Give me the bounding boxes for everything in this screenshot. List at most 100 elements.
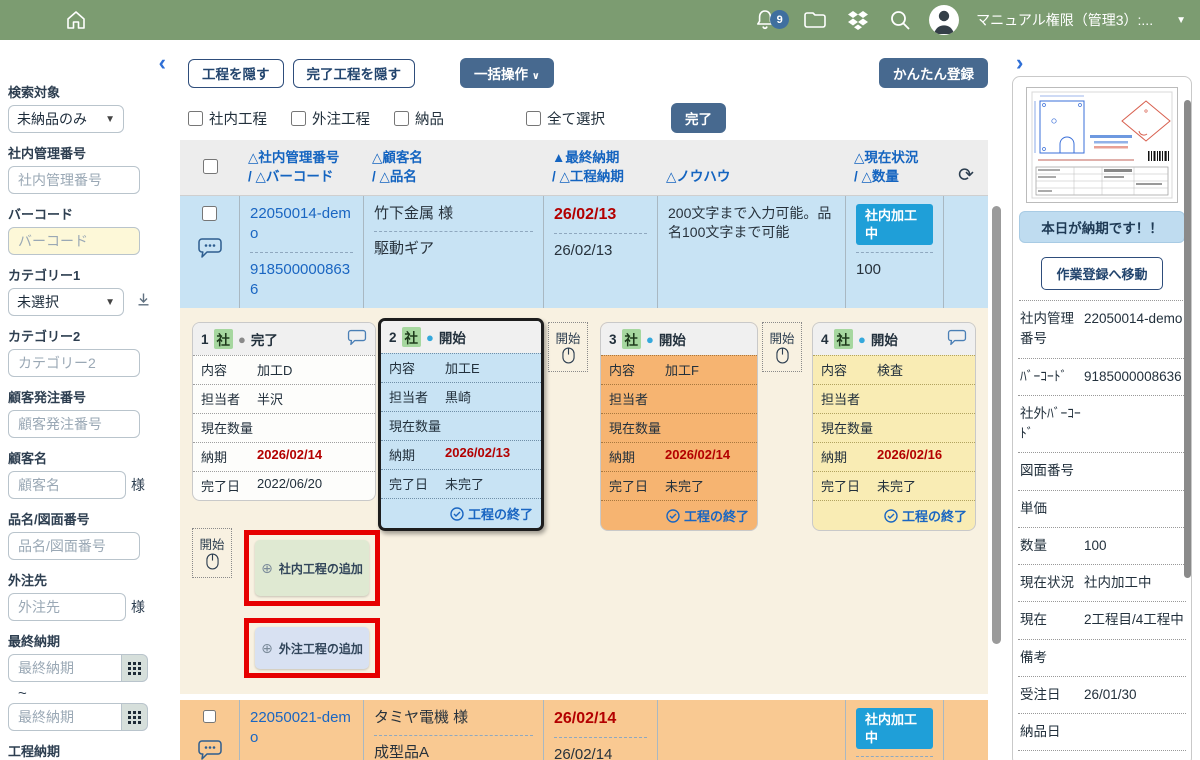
filter-delivery-checkbox[interactable]: 納品 (394, 108, 444, 129)
detail-row: 現在2工程目/4工程中 (1018, 602, 1186, 639)
refresh-icon[interactable]: ⟳ (944, 140, 988, 195)
drawing-thumbnail[interactable] (1026, 87, 1178, 203)
sort-label[interactable]: △社内管理番号 (248, 148, 356, 168)
card-row: 担当者黒崎 (381, 382, 541, 411)
sort-label[interactable]: ▲最終納期 (552, 148, 650, 168)
sidebar-collapse-icon[interactable]: ‹ (159, 52, 166, 74)
spacer-cell (944, 700, 988, 760)
select-all-checkbox[interactable]: 全て選択 (526, 108, 605, 129)
hide-completed-button[interactable]: 完了工程を隠す (293, 59, 416, 88)
sort-label[interactable]: / △品名 (372, 167, 536, 187)
kanri-input[interactable] (8, 166, 140, 194)
header-id[interactable]: △社内管理番号/ △バーコード (240, 140, 364, 195)
outsource-input[interactable] (8, 593, 126, 621)
calendar-grid-icon[interactable] (122, 654, 148, 682)
user-avatar[interactable] (929, 5, 959, 35)
search-icon[interactable] (888, 8, 912, 32)
order-no-input[interactable] (8, 410, 140, 438)
order-id-link[interactable]: 22050021-demo (250, 709, 351, 746)
arrow-to-bar-icon[interactable] (136, 292, 151, 312)
process-card-4[interactable]: 4 社 ● 開始 内容検査 担当者 現在数量 納期2026/02/16 完了日未… (812, 322, 976, 531)
checkbox[interactable] (526, 111, 541, 126)
cat1-select[interactable]: 未選択 ▼ (8, 288, 124, 316)
due-value: 2026/02/14 (665, 447, 730, 466)
filter-outsource-checkbox[interactable]: 外注工程 (291, 108, 370, 129)
table-row[interactable]: 22050014-demo 9185000008636 竹下金属 様 駆動ギア … (180, 196, 988, 308)
header-knowhow[interactable]: △ノウハウ (658, 140, 846, 195)
order-no-label: 顧客発注番号 (8, 387, 180, 406)
due-from-input[interactable] (8, 654, 122, 682)
filter-inhouse-checkbox[interactable]: 社内工程 (188, 108, 267, 129)
header-status[interactable]: △現在状況/ △数量 (846, 140, 944, 195)
start-drag-handle[interactable]: 開始 (548, 322, 588, 372)
process-card-1[interactable]: 1 社 ● 完了 内容加工D 担当者半沢 現在数量 納期2026/02/14 完… (192, 322, 376, 501)
user-role-label[interactable]: マニュアル権限（管理3）:... (976, 10, 1153, 30)
barcode-link[interactable]: 9185000008636 (250, 261, 350, 298)
barcode-input[interactable] (8, 227, 140, 255)
chevron-down-icon: ▼ (105, 297, 115, 308)
go-to-work-register-button[interactable]: 作業登録へ移動 (1041, 257, 1162, 290)
calendar-grid-icon[interactable] (122, 703, 148, 731)
finish-process-link[interactable]: 工程の終了 (813, 500, 975, 530)
panel-expand-icon[interactable]: › (1016, 52, 1023, 74)
comment-bubble-icon[interactable] (197, 237, 223, 265)
checkbox[interactable] (203, 159, 218, 174)
detail-value: 9185000008636 (1084, 367, 1184, 387)
hamburger-menu-icon[interactable] (14, 12, 40, 28)
row-checkbox[interactable] (202, 206, 217, 221)
notifications-bell-icon[interactable]: 9 (753, 8, 777, 32)
table-row[interactable]: 22050021-demo タミヤ電機 様 成型品A 26/02/14 26/0… (180, 700, 988, 760)
table-header-row: △社内管理番号/ △バーコード △顧客名/ △品名 ▲最終納期/ △工程納期 △… (180, 140, 988, 196)
header-customer[interactable]: △顧客名/ △品名 (364, 140, 544, 195)
detail-value (1084, 499, 1184, 519)
customer-input[interactable] (8, 471, 126, 499)
start-drag-handle[interactable]: 開始 (762, 322, 802, 372)
card-row: 完了日未完了 (381, 469, 541, 498)
user-menu-caret-icon[interactable]: ▼ (1176, 15, 1186, 26)
complete-button[interactable]: 完了 (671, 103, 726, 133)
comment-bubble-icon[interactable] (197, 739, 223, 760)
detail-card: 本日が納期です！！ 作業登録へ移動 社内管理番号22050014-demo ﾊﾞ… (1012, 76, 1192, 760)
process-card-3[interactable]: 3 社 ● 開始 内容加工F 担当者 現在数量 納期2026/02/14 完了日… (600, 322, 758, 531)
field-label: 内容 (201, 360, 257, 379)
row-checkbox[interactable] (202, 710, 217, 723)
vertical-scrollbar[interactable] (1184, 100, 1191, 578)
detail-label: 数量 (1020, 536, 1084, 556)
sort-label[interactable]: △現在状況 (854, 148, 936, 168)
sort-label[interactable]: △ノウハウ (666, 167, 838, 187)
process-card-2-selected[interactable]: 2 社 ● 開始 内容加工E 担当者黒崎 現在数量 納期2026/02/13 完… (378, 318, 544, 531)
cat2-input[interactable] (8, 349, 140, 377)
home-icon[interactable] (64, 8, 88, 32)
checkbox[interactable] (291, 111, 306, 126)
vertical-scrollbar[interactable] (992, 206, 1001, 644)
due-to-input[interactable] (8, 703, 122, 731)
header-select-all[interactable] (180, 140, 240, 195)
comment-bubble-icon[interactable] (347, 329, 367, 349)
sort-label[interactable]: / △バーコード (248, 167, 356, 187)
field-value: 検査 (877, 360, 903, 379)
finish-process-link[interactable]: 工程の終了 (381, 498, 541, 528)
finish-process-link[interactable]: 工程の終了 (601, 500, 757, 530)
sort-label[interactable]: / △工程納期 (552, 167, 650, 187)
filter-delivery-label: 納品 (415, 108, 444, 129)
finish-process-label: 工程の終了 (902, 506, 967, 525)
search-target-select[interactable]: 未納品のみ ▼ (8, 105, 124, 133)
sort-label[interactable]: / △数量 (854, 167, 936, 187)
comment-bubble-icon[interactable] (947, 329, 967, 349)
checkbox[interactable] (188, 111, 203, 126)
order-id-link[interactable]: 22050014-demo (250, 205, 351, 242)
folder-icon[interactable] (802, 8, 828, 32)
add-inhouse-process-button[interactable]: ⊕ 社内工程の追加 (255, 540, 369, 596)
start-drag-handle[interactable]: 開始 (192, 528, 232, 578)
product-input[interactable] (8, 532, 140, 560)
field-label: 現在数量 (389, 416, 445, 435)
checkbox[interactable] (394, 111, 409, 126)
dropbox-icon[interactable] (845, 8, 871, 32)
hide-process-button[interactable]: 工程を隠す (188, 59, 284, 88)
sort-label[interactable]: △顧客名 (372, 148, 536, 168)
add-outsource-process-button[interactable]: ⊕ 外注工程の追加 (255, 627, 369, 669)
easy-register-button[interactable]: かんたん登録 (879, 58, 988, 88)
bulk-operation-button[interactable]: 一括操作 ∨ (460, 58, 554, 88)
header-due[interactable]: ▲最終納期/ △工程納期 (544, 140, 658, 195)
detail-label: 備考 (1020, 648, 1084, 668)
